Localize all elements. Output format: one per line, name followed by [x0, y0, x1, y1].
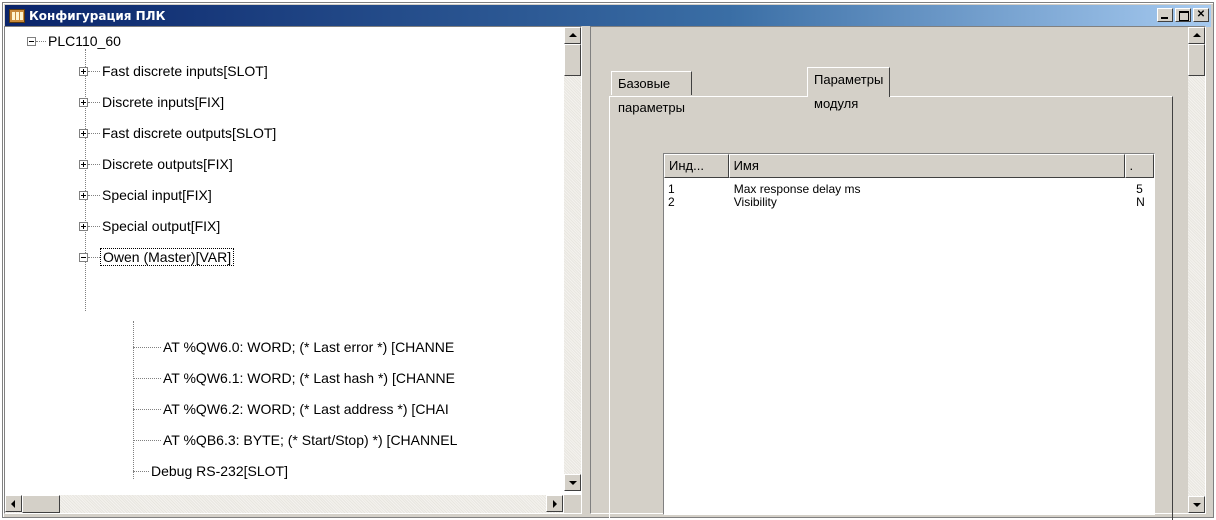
tree-child-item[interactable]: AT %QW6.2: WORD; (* Last address *) [CHA…: [133, 399, 451, 419]
tree-item-label: Special input[FIX]: [102, 187, 212, 203]
scroll-left-button[interactable]: [5, 495, 22, 512]
expand-icon[interactable]: [79, 97, 88, 107]
tree-item[interactable]: Special output[FIX]: [79, 216, 222, 236]
collapse-icon[interactable]: [27, 36, 36, 46]
scroll-up-button[interactable]: [564, 27, 581, 44]
column-header-name[interactable]: Имя: [728, 154, 1125, 178]
column-header-value[interactable]: .: [1124, 154, 1154, 178]
cell-index: 2: [668, 195, 675, 209]
tree-item[interactable]: Fast discrete inputs[SLOT]: [79, 61, 270, 81]
app-icon: [9, 9, 25, 23]
tree-node-label: PLC110_60: [48, 33, 121, 49]
tree-item-label: Owen (Master)[VAR]: [100, 248, 235, 266]
list-item[interactable]: 1 Max response delay ms 5: [664, 182, 1154, 196]
tree-root-node[interactable]: PLC110_60: [27, 31, 123, 51]
tree-child-item[interactable]: AT %QB6.3: BYTE; (* Start/Stop) *) [CHAN…: [133, 430, 459, 450]
tree-item-label: Discrete inputs[FIX]: [102, 94, 225, 110]
config-tree-pane: PLC110_60 Fast discrete inputs[SLOT] Disc…: [4, 26, 582, 514]
scroll-up-button[interactable]: [1188, 27, 1205, 44]
maximize-button[interactable]: [1175, 8, 1191, 22]
collapse-icon[interactable]: [79, 252, 88, 262]
properties-pane: Базовые параметры Параметры модуля Инд..…: [590, 26, 1206, 520]
scroll-thumb[interactable]: [1188, 44, 1205, 76]
scroll-thumb[interactable]: [564, 44, 581, 76]
scroll-corner: [564, 495, 581, 513]
tree-item[interactable]: Fast discrete outputs[SLOT]: [79, 123, 278, 143]
tree-item-label: Fast discrete inputs[SLOT]: [102, 63, 268, 79]
cell-value: 5: [1136, 182, 1143, 196]
minimize-button[interactable]: [1157, 8, 1173, 22]
tree-child-label: AT %QW6.2: WORD; (* Last address *) [CHA…: [163, 401, 449, 417]
tree-item[interactable]: Discrete outputs[FIX]: [79, 154, 235, 174]
tree-child-label: Debug RS-232[SLOT]: [151, 463, 288, 479]
tree-child-label: AT %QW6.0: WORD; (* Last error *) [CHANN…: [163, 339, 455, 355]
tree-item[interactable]: Special input[FIX]: [79, 185, 214, 205]
cell-index: 1: [668, 182, 675, 196]
tree-item-label: Special output[FIX]: [102, 218, 221, 234]
tree-item[interactable]: Owen (Master)[VAR]: [79, 247, 235, 267]
title-bar[interactable]: Конфигурация ПЛК ✕: [5, 5, 1211, 27]
close-button[interactable]: ✕: [1193, 8, 1209, 22]
scroll-down-button[interactable]: [564, 474, 581, 491]
list-item[interactable]: 2 Visibility N: [664, 195, 1154, 209]
tree-child-label: AT %QB6.3: BYTE; (* Start/Stop) *) [CHAN…: [163, 432, 458, 448]
column-header-index[interactable]: Инд...: [664, 154, 729, 178]
tree-child-item[interactable]: AT %QW6.1: WORD; (* Last hash *) [CHANNE: [133, 368, 457, 388]
cell-name: Max response delay ms: [733, 182, 861, 196]
expand-icon[interactable]: [79, 66, 88, 76]
tree-horizontal-scrollbar[interactable]: [5, 495, 563, 513]
tree-vertical-scrollbar[interactable]: [564, 27, 581, 491]
pane-splitter[interactable]: [582, 26, 590, 514]
right-vertical-scrollbar[interactable]: [1188, 27, 1205, 513]
tree-child-label: AT %QW6.1: WORD; (* Last hash *) [CHANNE: [163, 370, 455, 386]
expand-icon[interactable]: [79, 190, 88, 200]
expand-icon[interactable]: [79, 128, 88, 138]
tab-module-params[interactable]: Параметры модуля: [807, 67, 891, 111]
scroll-right-button[interactable]: [546, 495, 563, 512]
expand-icon[interactable]: [79, 159, 88, 169]
list-header: Инд... Имя .: [664, 154, 1154, 178]
tab-base-params[interactable]: Базовые параметры: [611, 71, 692, 115]
window-title: Конфигурация ПЛК: [29, 9, 166, 23]
scroll-down-button[interactable]: [1188, 496, 1205, 513]
params-list: Инд... Имя . 1 Max response delay ms 5 2 Vis…: [663, 153, 1155, 515]
tree-child-item[interactable]: Debug RS-232[SLOT]: [133, 461, 290, 481]
cell-name: Visibility: [733, 195, 777, 209]
hscroll-thumb[interactable]: [22, 495, 60, 513]
tree-item-label: Discrete outputs[FIX]: [102, 156, 233, 172]
tree-item-label: Fast discrete outputs[SLOT]: [102, 125, 277, 141]
caption-buttons: ✕: [1155, 8, 1209, 22]
config-tree: PLC110_60 Fast discrete inputs[SLOT] Disc…: [5, 27, 563, 491]
tree-item[interactable]: Discrete inputs[FIX]: [79, 92, 226, 112]
expand-icon[interactable]: [79, 221, 88, 231]
tree-child-item[interactable]: AT %QW6.0: WORD; (* Last error *) [CHANN…: [133, 337, 456, 357]
cell-value: N: [1136, 195, 1145, 209]
